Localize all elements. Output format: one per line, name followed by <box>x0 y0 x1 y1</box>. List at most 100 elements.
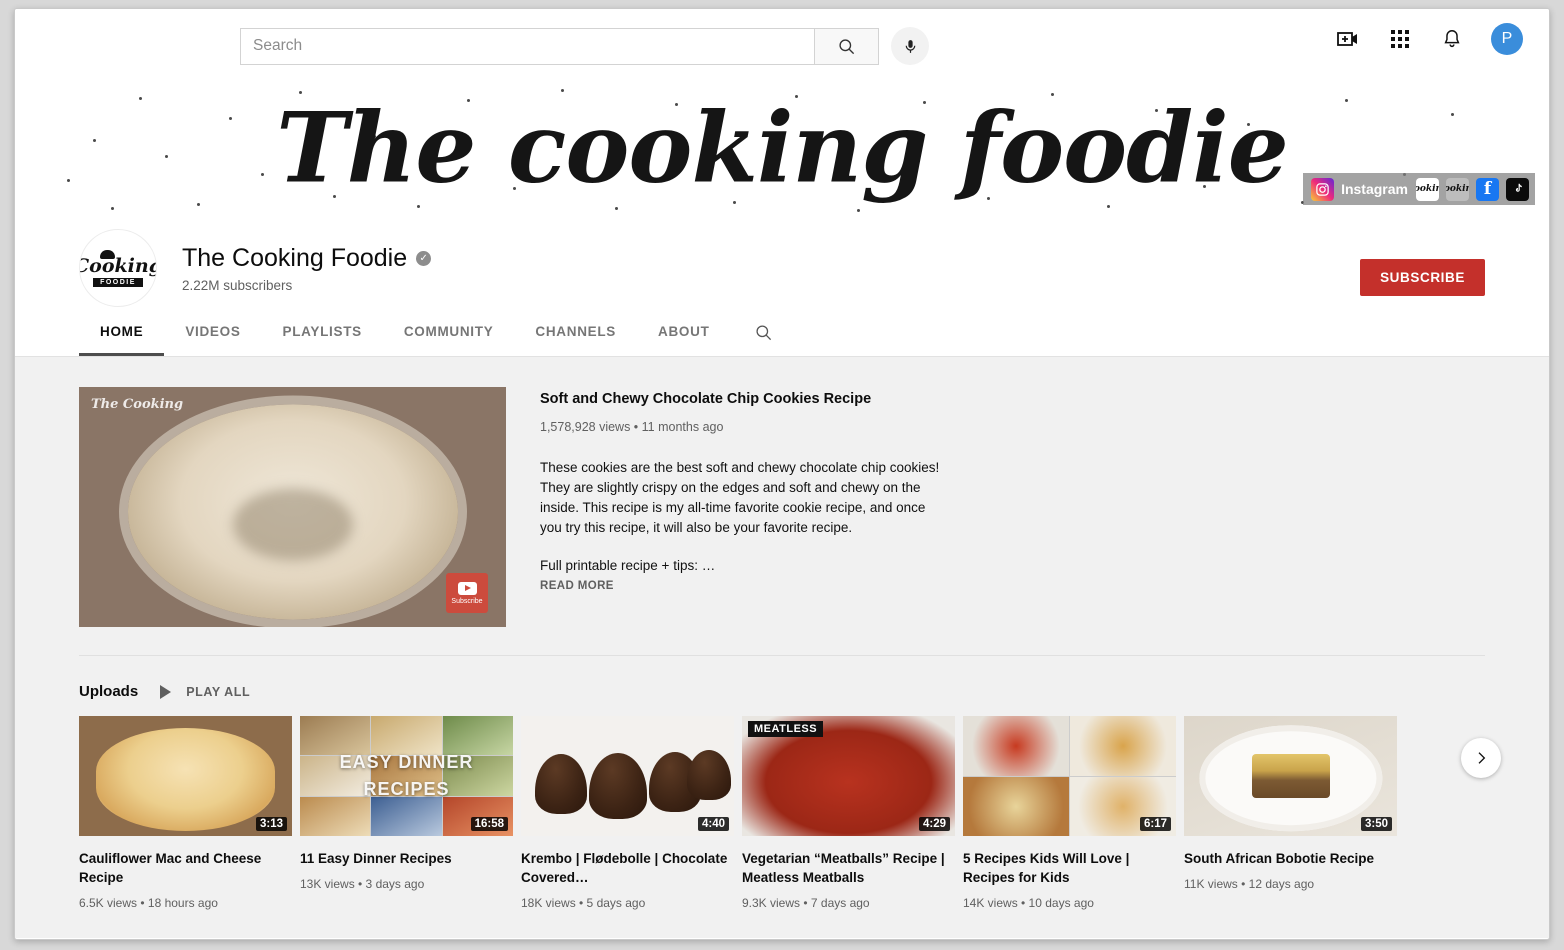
verified-badge-icon: ✓ <box>416 251 431 266</box>
channel-identity-row: Cooking FOODIE The Cooking Foodie ✓ 2.22… <box>79 218 1485 294</box>
play-all-label: PLAY ALL <box>186 685 250 699</box>
channel-meta: The Cooking Foodie ✓ 2.22M subscribers <box>182 244 431 293</box>
tab-home[interactable]: HOME <box>79 308 164 356</box>
instagram-label: Instagram <box>1341 181 1408 197</box>
social-links-bar: Instagram Cooking Cooking f <box>1303 173 1535 205</box>
video-card[interactable]: 6:17 5 Recipes Kids Will Love | Recipes … <box>963 716 1176 910</box>
video-card[interactable]: 3:50 South African Bobotie Recipe 11K vi… <box>1184 716 1397 910</box>
video-thumbnail[interactable]: MEATLESS 4:29 <box>742 716 955 836</box>
play-icon <box>160 685 171 699</box>
instagram-icon <box>1311 178 1334 201</box>
video-thumbnail[interactable]: 6:17 <box>963 716 1176 836</box>
search-submit-button[interactable] <box>814 28 879 65</box>
search-input[interactable] <box>240 28 814 65</box>
video-duration: 6:17 <box>1140 817 1171 831</box>
video-title[interactable]: Vegetarian “Meatballs” Recipe | Meatless… <box>742 849 955 887</box>
featured-video-title[interactable]: Soft and Chewy Chocolate Chip Cookies Re… <box>540 391 940 407</box>
browser-window: P <box>14 8 1550 940</box>
social-icon-group: Cooking Cooking f <box>1416 178 1529 201</box>
video-duration: 16:58 <box>471 817 508 831</box>
channel-tabs: HOME VIDEOS PLAYLISTS COMMUNITY CHANNELS… <box>79 308 1485 356</box>
subscribe-watermark-label: Subscribe <box>451 598 482 605</box>
featured-thumbnail-art <box>128 404 458 619</box>
tab-videos[interactable]: VIDEOS <box>164 308 261 356</box>
video-title[interactable]: Krembo | Flødebolle | Chocolate Covered… <box>521 849 734 887</box>
featured-video: The Cooking Subscribe Soft and Chewy Cho… <box>79 387 1485 656</box>
featured-video-stats: 1,578,928 views • 11 months ago <box>540 420 940 434</box>
thumbnail-tag: MEATLESS <box>748 721 823 737</box>
channel-search-button[interactable] <box>751 319 777 345</box>
bell-icon <box>1441 28 1463 50</box>
channel-header: Cooking FOODIE The Cooking Foodie ✓ 2.22… <box>15 218 1549 357</box>
youtube-play-icon <box>458 582 477 595</box>
social-link-instagram[interactable]: Instagram <box>1309 178 1416 201</box>
avatar-logo-main: Cooking <box>79 257 157 276</box>
video-card[interactable]: EASY DINNER RECIPES 16:58 11 Easy Dinner… <box>300 716 513 910</box>
user-avatar[interactable]: P <box>1491 23 1523 55</box>
video-thumbnail[interactable]: 3:50 <box>1184 716 1397 836</box>
video-stats: 11K views • 12 days ago <box>1184 877 1397 891</box>
video-duration: 3:50 <box>1361 817 1392 831</box>
video-thumbnail[interactable]: 3:13 <box>79 716 292 836</box>
featured-video-thumbnail[interactable]: The Cooking Subscribe <box>79 387 506 627</box>
facebook-icon: f <box>1484 181 1491 198</box>
video-stats: 9.3K views • 7 days ago <box>742 896 955 910</box>
social-link-facebook[interactable]: f <box>1476 178 1499 201</box>
video-thumbnail[interactable]: EASY DINNER RECIPES 16:58 <box>300 716 513 836</box>
video-title[interactable]: 11 Easy Dinner Recipes <box>300 849 513 868</box>
tab-community[interactable]: COMMUNITY <box>383 308 515 356</box>
video-duration: 4:29 <box>919 817 950 831</box>
channel-avatar[interactable]: Cooking FOODIE <box>79 229 157 307</box>
search-area <box>240 27 929 65</box>
video-stats: 6.5K views • 18 hours ago <box>79 896 292 910</box>
channel-name: The Cooking Foodie <box>182 244 407 273</box>
featured-video-description: These cookies are the best soft and chew… <box>540 458 940 538</box>
apps-button[interactable] <box>1387 26 1413 52</box>
play-all-button[interactable]: PLAY ALL <box>160 685 250 699</box>
video-card[interactable]: MEATLESS 4:29 Vegetarian “Meatballs” Rec… <box>742 716 955 910</box>
create-video-icon <box>1336 29 1360 49</box>
overlay-line-1: EASY DINNER <box>340 749 474 776</box>
tab-about[interactable]: ABOUT <box>637 308 731 356</box>
video-stats: 13K views • 3 days ago <box>300 877 513 891</box>
uploads-header: Uploads PLAY ALL <box>79 656 1485 716</box>
video-title[interactable]: South African Bobotie Recipe <box>1184 849 1397 868</box>
voice-search-button[interactable] <box>891 27 929 65</box>
tiktok-icon <box>1511 182 1525 196</box>
video-stats: 18K views • 5 days ago <box>521 896 734 910</box>
read-more-button[interactable]: READ MORE <box>540 580 940 592</box>
video-card[interactable]: 3:13 Cauliflower Mac and Cheese Recipe 6… <box>79 716 292 910</box>
shelf-next-button[interactable] <box>1461 738 1501 778</box>
uploads-section-title: Uploads <box>79 683 138 700</box>
featured-video-description-extra: Full printable recipe + tips: … <box>540 558 940 573</box>
video-stats: 14K views • 10 days ago <box>963 896 1176 910</box>
social-link-logo-dark[interactable]: Cooking <box>1446 178 1469 201</box>
channel-banner: The cooking foodie Instagram Cooking Co <box>15 77 1549 218</box>
video-duration: 4:40 <box>698 817 729 831</box>
video-title[interactable]: Cauliflower Mac and Cheese Recipe <box>79 849 292 887</box>
tab-channels[interactable]: CHANNELS <box>514 308 637 356</box>
chevron-right-icon <box>1473 750 1489 766</box>
search-icon <box>837 37 856 56</box>
featured-video-info: Soft and Chewy Chocolate Chip Cookies Re… <box>540 387 940 627</box>
subscribe-watermark-button[interactable]: Subscribe <box>446 573 488 613</box>
apps-grid-icon <box>1389 28 1411 50</box>
video-thumbnail[interactable]: 4:40 <box>521 716 734 836</box>
video-duration: 3:13 <box>256 817 287 831</box>
microphone-icon <box>902 38 919 55</box>
social-link-logo-light[interactable]: Cooking <box>1416 178 1439 201</box>
video-card[interactable]: 4:40 Krembo | Flødebolle | Chocolate Cov… <box>521 716 734 910</box>
video-card-list: 3:13 Cauliflower Mac and Cheese Recipe 6… <box>79 716 1485 910</box>
notifications-button[interactable] <box>1439 26 1465 52</box>
top-bar-actions: P <box>1335 23 1523 55</box>
search-icon <box>754 323 773 342</box>
social-link-tiktok[interactable] <box>1506 178 1529 201</box>
channel-watermark-logo: The Cooking <box>91 397 183 412</box>
avatar-logo-bottom: FOODIE <box>93 278 143 287</box>
top-bar: P <box>15 9 1549 77</box>
channel-home-content: The Cooking Subscribe Soft and Chewy Cho… <box>15 357 1549 938</box>
subscribe-button[interactable]: SUBSCRIBE <box>1360 259 1485 296</box>
video-title[interactable]: 5 Recipes Kids Will Love | Recipes for K… <box>963 849 1176 887</box>
tab-playlists[interactable]: PLAYLISTS <box>262 308 383 356</box>
create-video-button[interactable] <box>1335 26 1361 52</box>
